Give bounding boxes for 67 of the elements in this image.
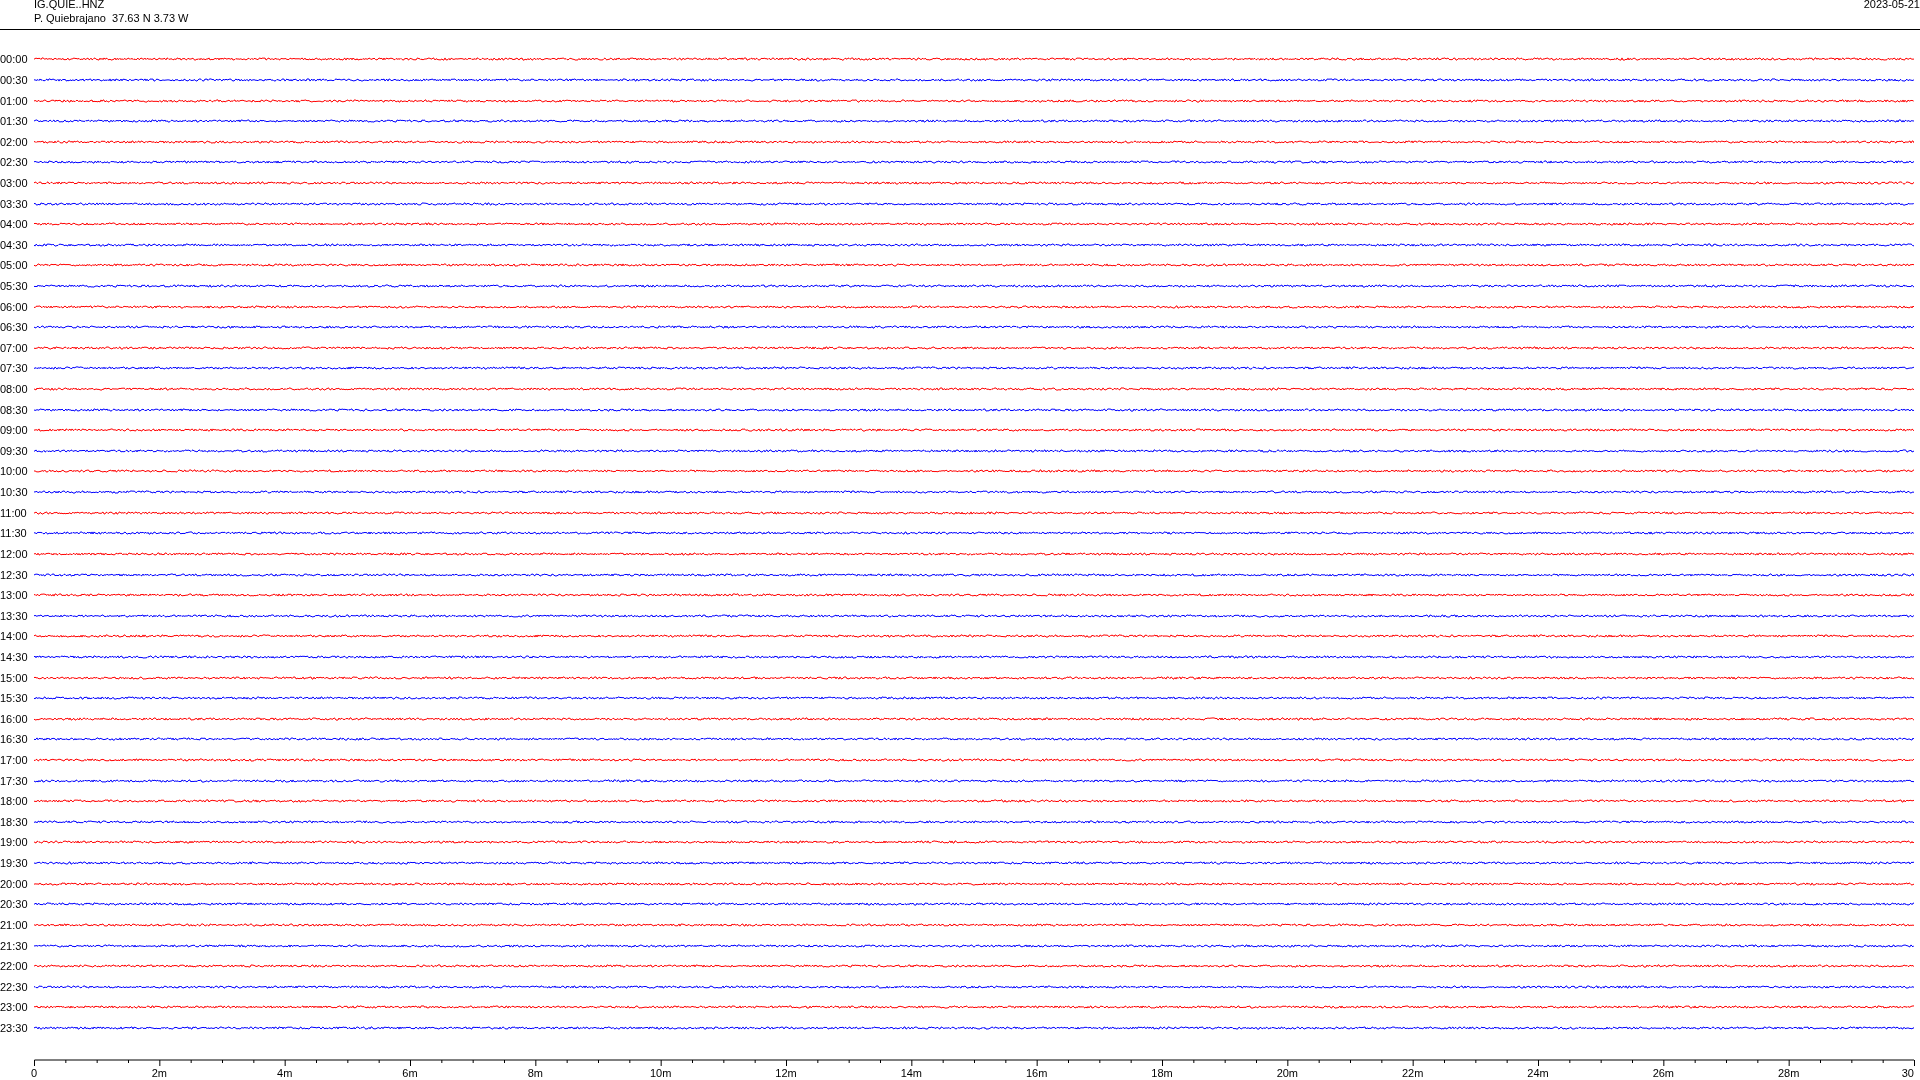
time-label: 00:00	[0, 53, 29, 66]
time-label: 20:00	[0, 877, 29, 890]
time-label: 15:30	[0, 692, 29, 705]
time-label: 14:30	[0, 650, 29, 663]
time-label: 03:30	[0, 197, 29, 210]
axis-label: 6m	[402, 1067, 418, 1080]
time-label: 19:30	[0, 857, 29, 870]
time-label: 22:00	[0, 960, 29, 973]
time-label: 23:00	[0, 1001, 29, 1014]
time-label: 21:30	[0, 939, 29, 952]
axis-label: 8m	[527, 1067, 543, 1080]
time-label: 16:00	[0, 712, 29, 725]
axis-label: 26m	[1652, 1067, 1675, 1080]
time-label: 10:30	[0, 486, 29, 499]
time-label: 19:00	[0, 836, 29, 849]
axis-label: 14m	[900, 1067, 923, 1080]
station-code: IG.QUIE..HNZ	[34, 0, 106, 11]
time-label: 06:30	[0, 321, 29, 334]
axis-label: 24m	[1527, 1067, 1549, 1080]
time-label: 11:30	[0, 527, 28, 540]
time-label: 12:00	[0, 547, 29, 560]
axis-label: 0	[30, 1067, 38, 1080]
time-label: 01:30	[0, 115, 29, 128]
time-label: 17:30	[0, 774, 29, 787]
axis-label: 12m	[775, 1067, 797, 1080]
time-label: 21:00	[0, 918, 29, 931]
time-label: 04:30	[0, 238, 29, 251]
time-label: 16:30	[0, 733, 29, 746]
time-label: 13:00	[0, 589, 29, 602]
station-location: P. Quiebrajano 37.63 N 3.73 W	[34, 11, 189, 25]
time-label: 09:30	[0, 444, 29, 457]
time-label: 10:00	[0, 465, 29, 478]
axis-label: 20m	[1276, 1067, 1299, 1080]
time-label: 05:00	[0, 259, 29, 272]
time-label: 15:00	[0, 671, 29, 684]
time-label: 17:00	[0, 754, 29, 766]
time-label: 14:00	[0, 630, 29, 643]
time-label: 22:30	[0, 980, 29, 993]
time-label: 23:30	[0, 1021, 29, 1034]
time-label: 02:00	[0, 135, 29, 148]
time-label: 07:30	[0, 362, 29, 375]
time-label: 09:00	[0, 424, 29, 437]
time-label: 13:30	[0, 609, 29, 622]
time-label: 11:00	[0, 506, 28, 519]
time-label: 08:00	[0, 383, 29, 396]
time-label: 20:30	[0, 898, 29, 911]
time-label: 12:30	[0, 568, 29, 581]
time-label: 18:30	[0, 815, 29, 828]
time-label: 18:00	[0, 795, 29, 808]
time-label: 03:00	[0, 176, 29, 189]
time-label: 05:30	[0, 280, 29, 292]
axis-label: 28m	[1777, 1067, 1800, 1080]
axis-label: 2m	[151, 1067, 167, 1080]
time-label: 08:30	[0, 403, 29, 416]
axis-label: 30	[1901, 1067, 1914, 1080]
time-label: 07:00	[0, 341, 29, 354]
time-label: 02:30	[0, 156, 29, 169]
time-label: 00:30	[0, 73, 29, 86]
axis-label: 22m	[1401, 1067, 1424, 1080]
axis-label: 10m	[649, 1067, 672, 1080]
time-label: 01:00	[0, 94, 29, 107]
time-label: 06:00	[0, 300, 29, 313]
axis-label: 18m	[1151, 1067, 1173, 1080]
axis-label: 4m	[277, 1067, 293, 1080]
time-label: 04:00	[0, 218, 29, 231]
record-date: 2023-05-21	[1863, 0, 1920, 12]
axis-label: 16m	[1025, 1067, 1048, 1080]
